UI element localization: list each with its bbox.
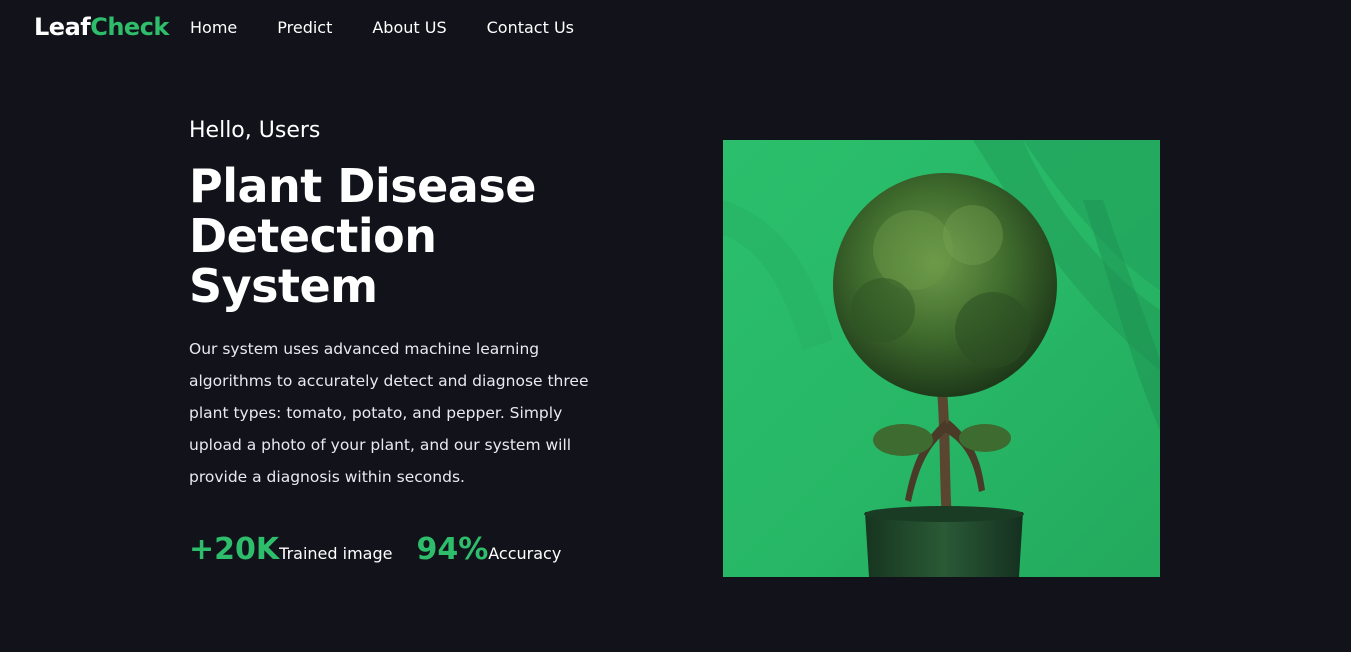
plant-illustration xyxy=(723,140,1160,577)
hero-title: Plant Disease Detection System xyxy=(189,161,629,311)
hero-title-line-3: System xyxy=(189,259,378,313)
hero-greeting: Hello, Users xyxy=(189,118,321,143)
stat-accuracy-label: Accuracy xyxy=(488,544,562,563)
brand-logo[interactable]: LeafCheck xyxy=(34,13,169,41)
nav-predict[interactable]: Predict xyxy=(277,18,332,37)
nav-about-us[interactable]: About US xyxy=(372,18,446,37)
stat-accuracy-value: 94% xyxy=(416,532,489,567)
hero-text: Hello, Users Plant Disease Detection Sys… xyxy=(189,118,629,493)
brand-logo-check: Check xyxy=(90,13,169,41)
hero-title-line-2: Detection xyxy=(189,209,437,263)
hero-title-line-1: Plant Disease xyxy=(189,159,536,213)
nav-contact-us[interactable]: Contact Us xyxy=(487,18,574,37)
hero-stats: +20K Trained image 94% Accuracy xyxy=(189,532,561,567)
brand-logo-leaf: Leaf xyxy=(34,13,91,41)
stat-trained-value: +20K xyxy=(189,532,280,567)
hero-description: Our system uses advanced machine learnin… xyxy=(189,340,589,486)
stat-trained-label: Trained image xyxy=(279,544,393,563)
nav-links: Home Predict About US Contact Us xyxy=(190,18,574,37)
navbar: LeafCheck Home Predict About US Contact … xyxy=(0,0,1351,56)
hero-plant-image xyxy=(723,140,1160,577)
nav-home[interactable]: Home xyxy=(190,18,237,37)
